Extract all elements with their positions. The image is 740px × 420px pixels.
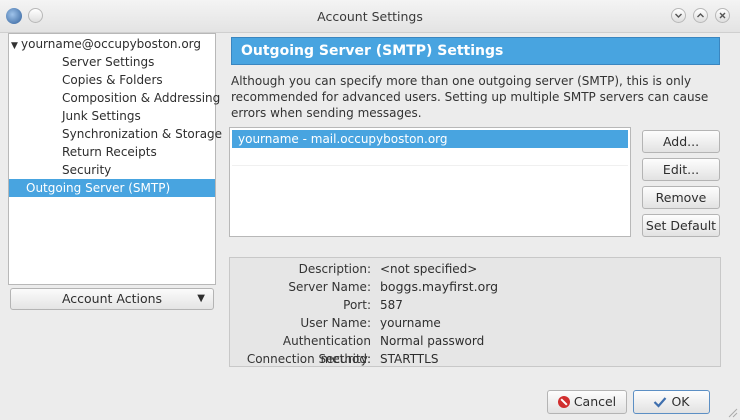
remove-button[interactable]: Remove: [642, 186, 720, 209]
close-icon[interactable]: [715, 8, 730, 23]
resize-grip-icon[interactable]: [728, 408, 738, 418]
title-bar: Account Settings: [0, 0, 740, 33]
smtp-server-list[interactable]: yourname - mail.occupyboston.org: [229, 127, 631, 237]
detail-value: Normal password: [380, 334, 485, 348]
detail-label: Connection Security:: [246, 352, 371, 366]
server-details: Description: <not specified> Server Name…: [229, 257, 721, 367]
detail-label: User Name:: [300, 316, 371, 330]
chevron-down-icon: ▼: [197, 293, 205, 304]
detail-label: Server Name:: [288, 280, 371, 294]
ok-button[interactable]: OK: [633, 390, 710, 414]
maximize-icon[interactable]: [693, 8, 708, 23]
list-item[interactable]: yourname - mail.occupyboston.org: [232, 130, 628, 148]
sidebar-item-server-settings[interactable]: Server Settings: [62, 53, 154, 71]
detail-row-auth: Authentication method: Normal password: [230, 332, 720, 366]
panel-header: Outgoing Server (SMTP) Settings: [231, 37, 720, 65]
detail-label: Description:: [298, 262, 371, 276]
detail-row-description: Description: <not specified>: [230, 260, 720, 278]
sidebar-item-composition[interactable]: Composition & Addressing: [62, 89, 220, 107]
cancel-icon: [557, 396, 570, 408]
sidebar-item-receipts[interactable]: Return Receipts: [62, 143, 157, 161]
detail-row-port: Port: 587: [230, 296, 720, 314]
cancel-label: Cancel: [573, 394, 617, 409]
cancel-button[interactable]: Cancel: [547, 390, 627, 414]
sidebar-item-security[interactable]: Security: [62, 161, 111, 179]
account-tree: ▼ yourname@occupyboston.org Server Settin…: [8, 33, 222, 285]
set-default-button[interactable]: Set Default: [642, 214, 720, 237]
checkmark-icon: [654, 397, 667, 408]
window-title: Account Settings: [317, 9, 423, 24]
edit-button[interactable]: Edit...: [642, 158, 720, 181]
detail-value: yourname: [380, 316, 441, 330]
detail-row-security: Connection Security: STARTTLS: [230, 350, 720, 368]
sidebar-item-copies-folders[interactable]: Copies & Folders: [62, 71, 163, 89]
detail-row-user-name: User Name: yourname: [230, 314, 720, 332]
chevron-down-icon[interactable]: ▼: [11, 37, 21, 55]
detail-value: <not specified>: [380, 262, 478, 276]
ok-label: OK: [671, 394, 690, 409]
detail-value: boggs.mayfirst.org: [380, 279, 499, 294]
detail-value: STARTTLS: [380, 352, 439, 366]
account-actions-label: Account Actions: [61, 291, 163, 306]
panel-description: Although you can specify more than one o…: [231, 74, 709, 120]
detail-value: 587: [380, 298, 403, 312]
sidebar-item-outgoing-server[interactable]: Outgoing Server (SMTP): [9, 179, 215, 197]
sidebar-item-sync[interactable]: Synchronization & Storage: [62, 125, 222, 143]
detail-label: Port:: [343, 298, 371, 312]
add-button[interactable]: Add...: [642, 130, 720, 153]
minimize-icon[interactable]: [671, 8, 686, 23]
detail-row-server-name: Server Name: boggs.mayfirst.org: [230, 278, 720, 296]
account-name: yourname@occupyboston.org: [21, 37, 202, 51]
list-empty-row: [232, 148, 628, 166]
account-actions-button[interactable]: Account Actions ▼: [10, 288, 214, 310]
sidebar-item-junk[interactable]: Junk Settings: [62, 107, 141, 125]
tree-account-node[interactable]: ▼ yourname@occupyboston.org: [11, 35, 201, 53]
